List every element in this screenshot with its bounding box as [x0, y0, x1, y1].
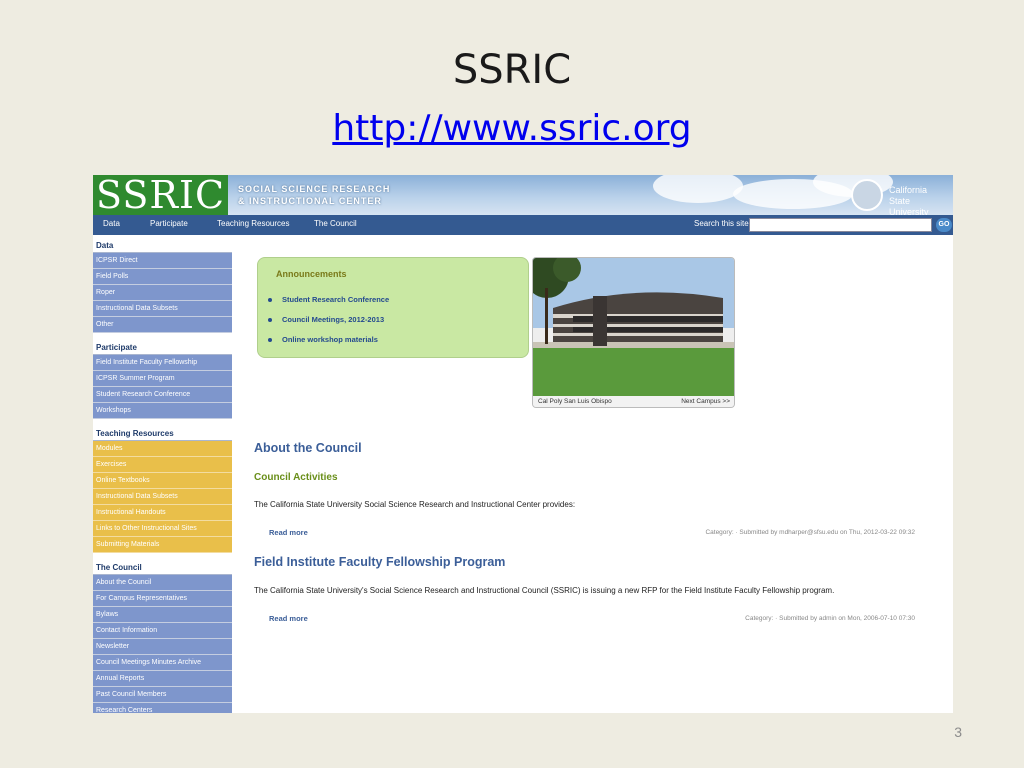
sidebar-heading: Teaching Resources: [93, 425, 232, 441]
csu-seal-icon: [851, 179, 883, 211]
campus-name: Cal Poly San Luis Obispo: [538, 398, 612, 405]
sidebar-item[interactable]: Contact Information: [93, 623, 232, 639]
sidebar-heading: The Council: [93, 559, 232, 575]
sidebar-item[interactable]: Field Institute Faculty Fellowship: [93, 355, 232, 371]
sidebar-item[interactable]: For Campus Representatives: [93, 591, 232, 607]
sidebar-item[interactable]: ICPSR Summer Program: [93, 371, 232, 387]
activities-heading[interactable]: Council Activities: [254, 472, 338, 483]
campus-photo: [533, 258, 734, 396]
csu-name: California State University: [889, 185, 951, 218]
org-name: SOCIAL SCIENCE RESEARCH & INSTRUCTIONAL …: [238, 183, 390, 207]
sidebar-section: Teaching Resources Modules Exercises Online…: [93, 425, 232, 553]
post1-meta: Category: · Submitted by mdharper@sfsu.e…: [705, 529, 915, 536]
slide-title: SSRIC: [452, 47, 572, 93]
nav-data[interactable]: Data: [103, 219, 120, 228]
slide-number: 3: [954, 724, 962, 740]
sidebar-item[interactable]: Instructional Handouts: [93, 505, 232, 521]
sidebar-item[interactable]: Field Polls: [93, 269, 232, 285]
sidebar-item[interactable]: Online Textbooks: [93, 473, 232, 489]
fellowship-heading[interactable]: Field Institute Faculty Fellowship Progr…: [254, 555, 505, 569]
search-label: Search this site:: [694, 219, 751, 228]
sidebar-item[interactable]: About the Council: [93, 575, 232, 591]
announcements-box: Announcements Student Research Conferenc…: [257, 257, 529, 358]
ssric-logo[interactable]: SSRIC: [93, 175, 228, 215]
announcements-title: Announcements: [276, 269, 347, 279]
search-input[interactable]: [749, 218, 932, 232]
nav-bar: Data Participate Teaching Resources The …: [93, 215, 953, 235]
slide-link[interactable]: http://www.ssric.org: [0, 104, 1024, 154]
sidebar-section: The Council About the Council For Campus R…: [93, 559, 232, 713]
sidebar-item[interactable]: Instructional Data Subsets: [93, 489, 232, 505]
post1-text: The California State University Social S…: [254, 500, 576, 509]
sidebar-item[interactable]: Workshops: [93, 403, 232, 419]
website-screenshot: SSRIC SOCIAL SCIENCE RESEARCH & INSTRUCT…: [93, 175, 953, 713]
campus-caption-bar: Cal Poly San Luis Obispo Next Campus >>: [533, 396, 734, 407]
post2-read-more[interactable]: Read more: [269, 614, 308, 623]
sidebar-item[interactable]: Annual Reports: [93, 671, 232, 687]
sidebar-item[interactable]: Past Council Members: [93, 687, 232, 703]
sidebar-section: Data ICPSR Direct Field Polls Roper Instruct…: [93, 237, 232, 333]
post2-meta: Category: · Submitted by admin on Mon, 2…: [745, 615, 915, 622]
sidebar-item[interactable]: Roper: [93, 285, 232, 301]
sidebar-section: Participate Field Institute Faculty Fello…: [93, 339, 232, 419]
go-button[interactable]: GO: [936, 218, 952, 232]
nav-the-council[interactable]: The Council: [314, 219, 357, 228]
sidebar-item[interactable]: Exercises: [93, 457, 232, 473]
org-name-line1: SOCIAL SCIENCE RESEARCH: [238, 184, 391, 194]
post2-text: The California State University's Social…: [254, 586, 835, 595]
sidebar-item[interactable]: Research Centers: [93, 703, 232, 713]
nav-participate[interactable]: Participate: [150, 219, 188, 228]
cloud-decoration: [653, 175, 743, 203]
csu-name-line1: California: [889, 185, 928, 195]
announcements-list: Student Research Conference Council Meet…: [268, 295, 389, 355]
sidebar-item[interactable]: Bylaws: [93, 607, 232, 623]
sidebar-item[interactable]: ICPSR Direct: [93, 253, 232, 269]
post1-read-more[interactable]: Read more: [269, 528, 308, 537]
sidebar-heading: Participate: [93, 339, 232, 355]
bullet-icon: [268, 298, 272, 303]
org-name-line2: & INSTRUCTIONAL CENTER: [238, 196, 382, 206]
sidebar: Data ICPSR Direct Field Polls Roper Instruct…: [93, 237, 232, 713]
sidebar-item[interactable]: Links to Other Instructional Sites: [93, 521, 232, 537]
announcement-item[interactable]: Council Meetings, 2012-2013: [268, 315, 389, 335]
sidebar-item[interactable]: Submitting Materials: [93, 537, 232, 553]
about-heading[interactable]: About the Council: [254, 441, 362, 455]
nav-teaching-resources[interactable]: Teaching Resources: [217, 219, 289, 228]
sidebar-item[interactable]: Newsletter: [93, 639, 232, 655]
sidebar-item[interactable]: Instructional Data Subsets: [93, 301, 232, 317]
sidebar-heading: Data: [93, 237, 232, 253]
announcement-item[interactable]: Online workshop materials: [268, 335, 389, 355]
sidebar-item[interactable]: Council Meetings Minutes Archive: [93, 655, 232, 671]
sidebar-item[interactable]: Modules: [93, 441, 232, 457]
site-banner: SSRIC SOCIAL SCIENCE RESEARCH & INSTRUCT…: [93, 175, 953, 218]
next-campus-link[interactable]: Next Campus >>: [681, 398, 730, 405]
announcement-item[interactable]: Student Research Conference: [268, 295, 389, 315]
bullet-icon: [268, 338, 272, 343]
campus-slideshow: Cal Poly San Luis Obispo Next Campus >>: [532, 257, 735, 408]
bullet-icon: [268, 318, 272, 323]
sidebar-item[interactable]: Other: [93, 317, 232, 333]
sidebar-item[interactable]: Student Research Conference: [93, 387, 232, 403]
